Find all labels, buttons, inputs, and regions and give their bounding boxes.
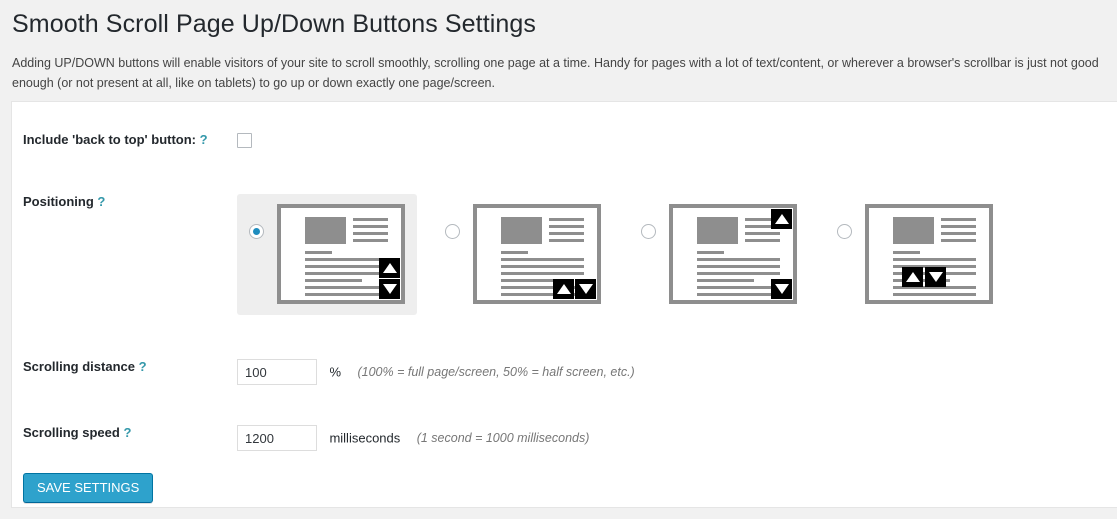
positioning-label-text: Positioning — [23, 194, 94, 209]
triangle-up-icon — [557, 284, 571, 294]
triangle-up-icon — [775, 214, 789, 224]
mock-hero-image — [305, 217, 346, 244]
mock-down-arrow-button — [575, 279, 596, 299]
scrolling-speed-hint: (1 second = 1000 milliseconds) — [417, 431, 590, 445]
positioning-options — [237, 194, 1117, 315]
help-icon-scrolling-speed[interactable]: ? — [123, 425, 131, 440]
positioning-option-4[interactable] — [825, 194, 1005, 315]
triangle-up-icon — [383, 263, 397, 273]
mock-side-lines — [549, 218, 584, 246]
positioning-preview-4 — [865, 204, 993, 304]
scrolling-distance-unit: % — [329, 365, 341, 380]
mock-up-arrow-button — [771, 209, 792, 229]
mock-body-lines — [305, 251, 388, 307]
mock-up-arrow-button — [379, 258, 400, 278]
scrolling-speed-label: Scrolling speed ? — [12, 425, 237, 442]
back-to-top-checkbox[interactable] — [237, 133, 252, 148]
triangle-down-icon — [929, 272, 943, 282]
positioning-radio-3[interactable] — [641, 224, 656, 239]
scrolling-distance-hint: (100% = full page/screen, 50% = half scr… — [357, 365, 634, 379]
positioning-option-2[interactable] — [433, 194, 613, 315]
mock-side-lines — [353, 218, 388, 246]
positioning-preview-2 — [473, 204, 601, 304]
mock-hero-image — [893, 217, 934, 244]
positioning-preview-3 — [669, 204, 797, 304]
triangle-down-icon — [579, 284, 593, 294]
scrolling-distance-label-text: Scrolling distance — [23, 359, 135, 374]
scrolling-distance-field: % (100% = full page/screen, 50% = half s… — [237, 359, 1117, 385]
scrolling-speed-field: milliseconds (1 second = 1000 millisecon… — [237, 425, 1117, 451]
back-to-top-label: Include 'back to top' button: ? — [12, 132, 237, 149]
mock-down-arrow-button — [771, 279, 792, 299]
positioning-preview-1 — [277, 204, 405, 304]
scrolling-speed-unit: milliseconds — [329, 431, 400, 446]
positioning-radio-4[interactable] — [837, 224, 852, 239]
help-icon-back-to-top[interactable]: ? — [200, 132, 208, 147]
positioning-radio-1[interactable] — [249, 224, 264, 239]
scrolling-speed-label-text: Scrolling speed — [23, 425, 120, 440]
mock-up-arrow-button — [902, 267, 923, 287]
row-scrolling-speed: Scrolling speed ? milliseconds (1 second… — [12, 425, 1117, 451]
save-settings-button[interactable]: SAVE SETTINGS — [23, 473, 153, 503]
page-description: Adding UP/DOWN buttons will enable visit… — [12, 53, 1105, 104]
row-back-to-top: Include 'back to top' button: ? — [12, 132, 1117, 150]
row-positioning: Positioning ? — [12, 194, 1117, 315]
scrolling-distance-label: Scrolling distance ? — [12, 359, 237, 376]
positioning-label: Positioning ? — [12, 194, 237, 211]
mock-side-lines — [941, 218, 976, 246]
page-header: Smooth Scroll Page Up/Down Buttons Setti… — [0, 0, 1117, 104]
mock-up-arrow-button — [553, 279, 574, 299]
settings-panel: Include 'back to top' button: ? Position… — [11, 101, 1117, 508]
positioning-radio-2[interactable] — [445, 224, 460, 239]
triangle-down-icon — [775, 284, 789, 294]
positioning-option-1[interactable] — [237, 194, 417, 315]
scrolling-speed-input[interactable] — [237, 425, 317, 451]
mock-down-arrow-button — [925, 267, 946, 287]
positioning-field — [237, 194, 1117, 315]
back-to-top-field — [237, 132, 1117, 150]
page-title: Smooth Scroll Page Up/Down Buttons Setti… — [12, 8, 1105, 41]
back-to-top-label-text: Include 'back to top' button: — [23, 132, 196, 147]
triangle-down-icon — [383, 284, 397, 294]
positioning-option-3[interactable] — [629, 194, 809, 315]
triangle-up-icon — [906, 272, 920, 282]
mock-down-arrow-button — [379, 279, 400, 299]
mock-hero-image — [697, 217, 738, 244]
row-scrolling-distance: Scrolling distance ? % (100% = full page… — [12, 359, 1117, 385]
help-icon-scrolling-distance[interactable]: ? — [139, 359, 147, 374]
scrolling-distance-input[interactable] — [237, 359, 317, 385]
mock-hero-image — [501, 217, 542, 244]
mock-body-lines — [697, 251, 780, 307]
help-icon-positioning[interactable]: ? — [97, 194, 105, 209]
